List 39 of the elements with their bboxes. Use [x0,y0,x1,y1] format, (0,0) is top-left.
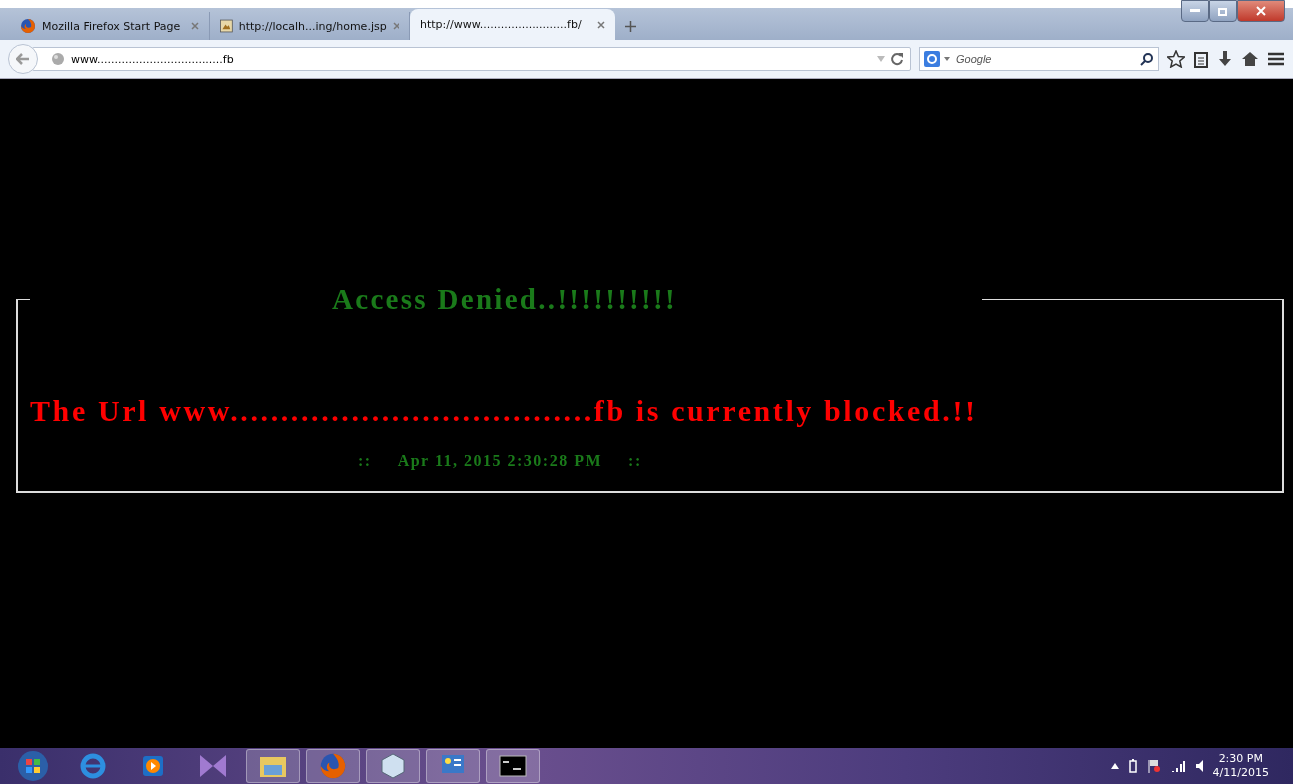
clock[interactable]: 2:30 PM 4/11/2015 [1212,751,1269,781]
minimize-button[interactable] [1181,0,1209,22]
blocked-message: The Url www....................................fb is currently blocked.!! [30,394,979,428]
show-hidden-icon[interactable] [1110,763,1119,769]
close-button[interactable] [1237,0,1285,22]
home-icon[interactable] [1241,51,1259,67]
close-icon [1256,6,1266,16]
timestamp: Apr 11, 2015 2:30:28 PM [397,452,603,470]
restore-icon [1218,6,1228,16]
separator: :: [358,452,372,470]
control-panel-icon[interactable] [426,749,480,783]
speaker-icon[interactable] [1194,759,1203,773]
close-icon[interactable] [597,20,605,29]
plus-icon[interactable] [625,21,636,32]
back-arrow-icon [16,53,30,65]
reload-icon[interactable] [890,52,904,66]
page-icon [220,18,233,34]
cube-icon[interactable] [366,749,420,783]
address-field[interactable]: www....................................fb [32,47,911,71]
dropdown-icon[interactable] [944,57,950,61]
download-icon[interactable] [1217,50,1233,68]
browser-tab[interactable]: http://www.........................fb/ [410,9,615,40]
search-icon[interactable] [1140,52,1154,66]
separator: :: [628,452,642,470]
restore-button[interactable] [1209,0,1237,22]
star-icon[interactable] [1167,50,1185,68]
flag-icon[interactable] [1146,759,1161,773]
minimize-icon [1190,9,1200,13]
clipboard-icon[interactable] [1193,50,1209,68]
folder-icon[interactable] [246,749,300,783]
firefox-icon [20,18,36,34]
search-bar[interactable]: Google [919,47,1159,71]
menu-icon[interactable] [1267,52,1285,66]
signal-icon[interactable] [1170,760,1185,772]
back-button[interactable] [8,44,38,74]
terminal-icon[interactable] [486,749,540,783]
firefox-icon[interactable] [306,749,360,783]
battery-icon[interactable] [1128,759,1137,773]
page-title: Access Denied..!!!!!!!!!! [332,283,677,315]
